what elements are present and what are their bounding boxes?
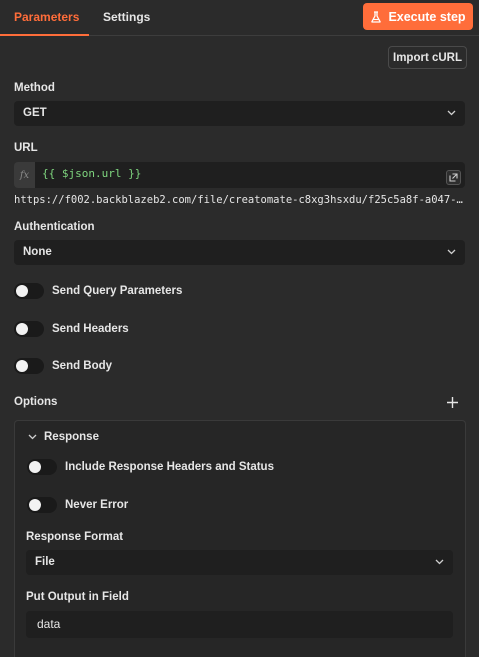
output-field-label: Put Output in Field xyxy=(26,591,129,603)
send-query-label: Send Query Parameters xyxy=(52,285,183,297)
add-option-icon[interactable] xyxy=(446,396,459,409)
send-body-label: Send Body xyxy=(52,360,113,372)
response-format-value: File xyxy=(35,556,55,568)
url-expression-input[interactable]: {{ $json.url }} xyxy=(35,162,465,188)
url-field: fx {{ $json.url }} xyxy=(14,162,465,188)
panel-header: Parameters Settings Execute step xyxy=(0,0,479,36)
never-error-label: Never Error xyxy=(65,499,129,511)
send-query-row: Send Query Parameters xyxy=(14,283,182,299)
chevron-down-icon xyxy=(28,434,37,440)
chevron-down-icon xyxy=(447,110,456,116)
flask-icon xyxy=(371,10,382,23)
send-headers-row: Send Headers xyxy=(14,321,129,337)
never-error-row: Never Error xyxy=(27,497,128,513)
chevron-down-icon xyxy=(447,249,456,255)
options-label: Options xyxy=(14,396,58,408)
response-collapse-toggle[interactable]: Response xyxy=(28,431,99,443)
method-value: GET xyxy=(23,107,47,119)
url-resolved-preview: https://f002.backblazeb2.com/file/creato… xyxy=(14,194,466,206)
toggle-knob xyxy=(29,499,41,511)
send-body-row: Send Body xyxy=(14,358,112,374)
fx-icon: fx xyxy=(14,162,35,188)
response-format-select[interactable]: File xyxy=(26,550,453,575)
url-label: URL xyxy=(14,142,38,154)
tab-parameters[interactable]: Parameters xyxy=(14,0,79,36)
include-headers-toggle[interactable] xyxy=(27,459,57,475)
toggle-knob xyxy=(16,285,28,297)
authentication-label: Authentication xyxy=(14,221,95,233)
never-error-toggle[interactable] xyxy=(27,497,57,513)
execute-step-button[interactable]: Execute step xyxy=(363,3,473,30)
response-title: Response xyxy=(44,431,99,443)
response-format-label: Response Format xyxy=(26,531,124,543)
include-headers-row: Include Response Headers and Status xyxy=(27,459,274,475)
active-tab-indicator xyxy=(0,34,89,36)
toggle-knob xyxy=(16,360,28,372)
send-headers-toggle[interactable] xyxy=(14,321,44,337)
output-field-input[interactable]: data xyxy=(26,611,453,638)
url-expression-text: {{ $json.url }} xyxy=(42,167,142,180)
external-link-icon xyxy=(449,173,458,182)
tab-settings[interactable]: Settings xyxy=(103,0,150,36)
import-curl-button[interactable]: Import cURL xyxy=(388,46,467,69)
send-query-toggle[interactable] xyxy=(14,283,44,299)
open-expression-editor-icon[interactable] xyxy=(446,170,461,185)
chevron-down-icon xyxy=(435,559,444,565)
method-select[interactable]: GET xyxy=(14,101,465,126)
options-collection: Response Include Response Headers and St… xyxy=(14,420,466,657)
send-headers-label: Send Headers xyxy=(52,323,129,335)
method-label: Method xyxy=(14,82,55,94)
authentication-value: None xyxy=(23,246,52,258)
include-headers-label: Include Response Headers and Status xyxy=(65,461,274,473)
authentication-select[interactable]: None xyxy=(14,240,465,265)
toggle-knob xyxy=(29,461,41,473)
send-body-toggle[interactable] xyxy=(14,358,44,374)
toggle-knob xyxy=(16,323,28,335)
execute-step-label: Execute step xyxy=(388,9,466,24)
